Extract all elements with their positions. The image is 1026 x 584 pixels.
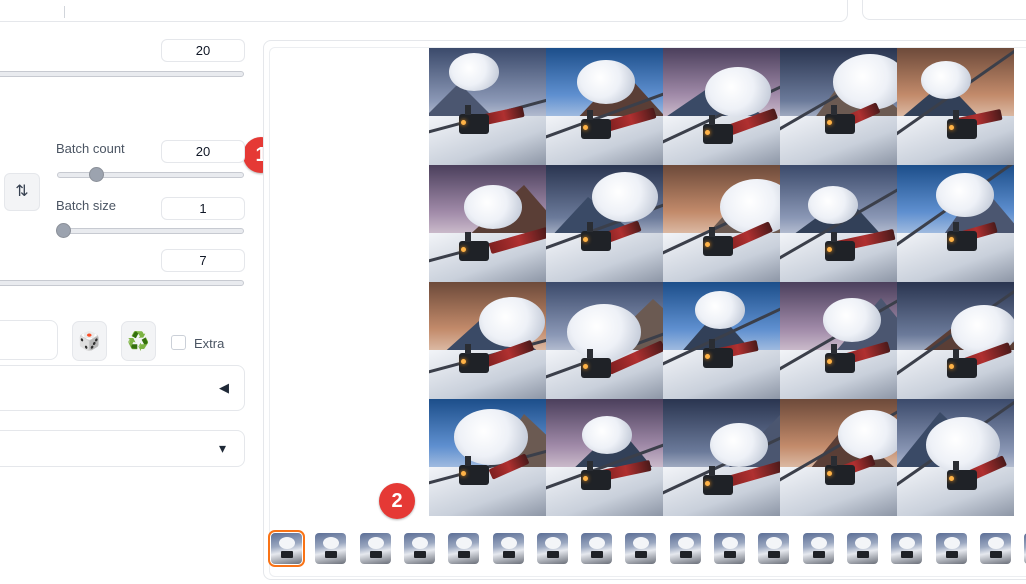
generated-image[interactable] <box>429 48 546 165</box>
batch-size-slider-handle[interactable] <box>56 223 71 238</box>
generated-image[interactable] <box>546 399 663 516</box>
prompt-textbox[interactable] <box>0 0 848 22</box>
generated-image[interactable] <box>663 165 780 282</box>
generated-image[interactable] <box>897 282 1014 399</box>
generated-image-grid[interactable] <box>429 48 1026 517</box>
steps-slider[interactable] <box>0 71 244 77</box>
extra-label: Extra <box>194 336 225 351</box>
gallery-thumbnail[interactable] <box>268 530 305 567</box>
dice-icon: 🎲 <box>78 331 101 351</box>
batch-count-slider-handle[interactable] <box>89 167 104 182</box>
generated-image[interactable] <box>780 399 897 516</box>
gallery-thumbnail[interactable] <box>802 533 834 564</box>
batch-count-label: Batch count <box>56 141 125 156</box>
gallery-thumbnail[interactable] <box>315 533 347 564</box>
recycle-icon: ♻️ <box>127 331 150 351</box>
generated-image[interactable] <box>663 48 780 165</box>
generated-image[interactable] <box>429 165 546 282</box>
annotation-badge-2: 2 <box>379 483 415 519</box>
batch-size-slider[interactable] <box>57 228 244 234</box>
swap-dimensions-button[interactable]: ⇅ <box>4 173 40 211</box>
generated-image[interactable] <box>663 399 780 516</box>
random-seed-button[interactable]: 🎲 <box>72 321 107 361</box>
seed-input[interactable] <box>0 320 58 360</box>
batch-count-input[interactable]: 20 <box>161 140 245 163</box>
chevron-down-icon: ▾ <box>219 440 227 456</box>
cfg-scale-input[interactable]: 7 <box>161 249 245 272</box>
generated-image[interactable] <box>780 48 897 165</box>
generated-image[interactable] <box>780 282 897 399</box>
accordion-panel[interactable]: ◀ <box>0 365 245 411</box>
gallery-thumbnail[interactable] <box>979 533 1011 564</box>
batch-count-slider[interactable] <box>57 172 244 178</box>
gallery-thumbnail[interactable] <box>359 533 391 564</box>
gallery-thumbnail[interactable] <box>935 533 967 564</box>
top-right-panel <box>862 0 1026 20</box>
generated-image[interactable] <box>546 48 663 165</box>
generated-image[interactable] <box>546 282 663 399</box>
batch-size-input[interactable]: 1 <box>161 197 245 220</box>
reuse-seed-button[interactable]: ♻️ <box>121 321 156 361</box>
batch-size-label: Batch size <box>56 198 116 213</box>
collapse-arrow-icon: ◀ <box>219 380 229 395</box>
gallery-thumbnail[interactable] <box>846 533 878 564</box>
extra-checkbox[interactable] <box>171 335 186 350</box>
generated-image[interactable] <box>897 165 1014 282</box>
gallery-thumbnail[interactable] <box>714 533 745 564</box>
script-dropdown[interactable]: ▾ <box>0 430 245 467</box>
gallery-thumbnail[interactable] <box>492 533 524 564</box>
generated-image[interactable] <box>780 165 897 282</box>
generated-image[interactable] <box>663 282 780 399</box>
gallery-thumbnail[interactable] <box>669 533 701 564</box>
gallery-thumbnail-strip[interactable] <box>268 529 1026 569</box>
gallery-thumbnail[interactable] <box>536 533 568 564</box>
gallery-thumbnail[interactable] <box>581 533 613 564</box>
gallery-thumbnail[interactable] <box>891 533 923 564</box>
steps-number-input[interactable]: 20 <box>161 39 245 62</box>
generated-image[interactable] <box>546 165 663 282</box>
generated-image[interactable] <box>429 282 546 399</box>
cfg-scale-slider[interactable] <box>0 280 244 286</box>
gallery-thumbnail[interactable] <box>758 533 790 564</box>
gallery-thumbnail[interactable] <box>448 533 480 564</box>
swap-icon: ⇅ <box>15 183 29 200</box>
generated-image[interactable] <box>429 399 546 516</box>
gallery-thumbnail[interactable] <box>403 533 435 564</box>
generated-image[interactable] <box>897 48 1014 165</box>
gallery-thumbnail[interactable] <box>625 533 657 564</box>
text-cursor <box>64 6 65 18</box>
generated-image[interactable] <box>897 399 1014 516</box>
